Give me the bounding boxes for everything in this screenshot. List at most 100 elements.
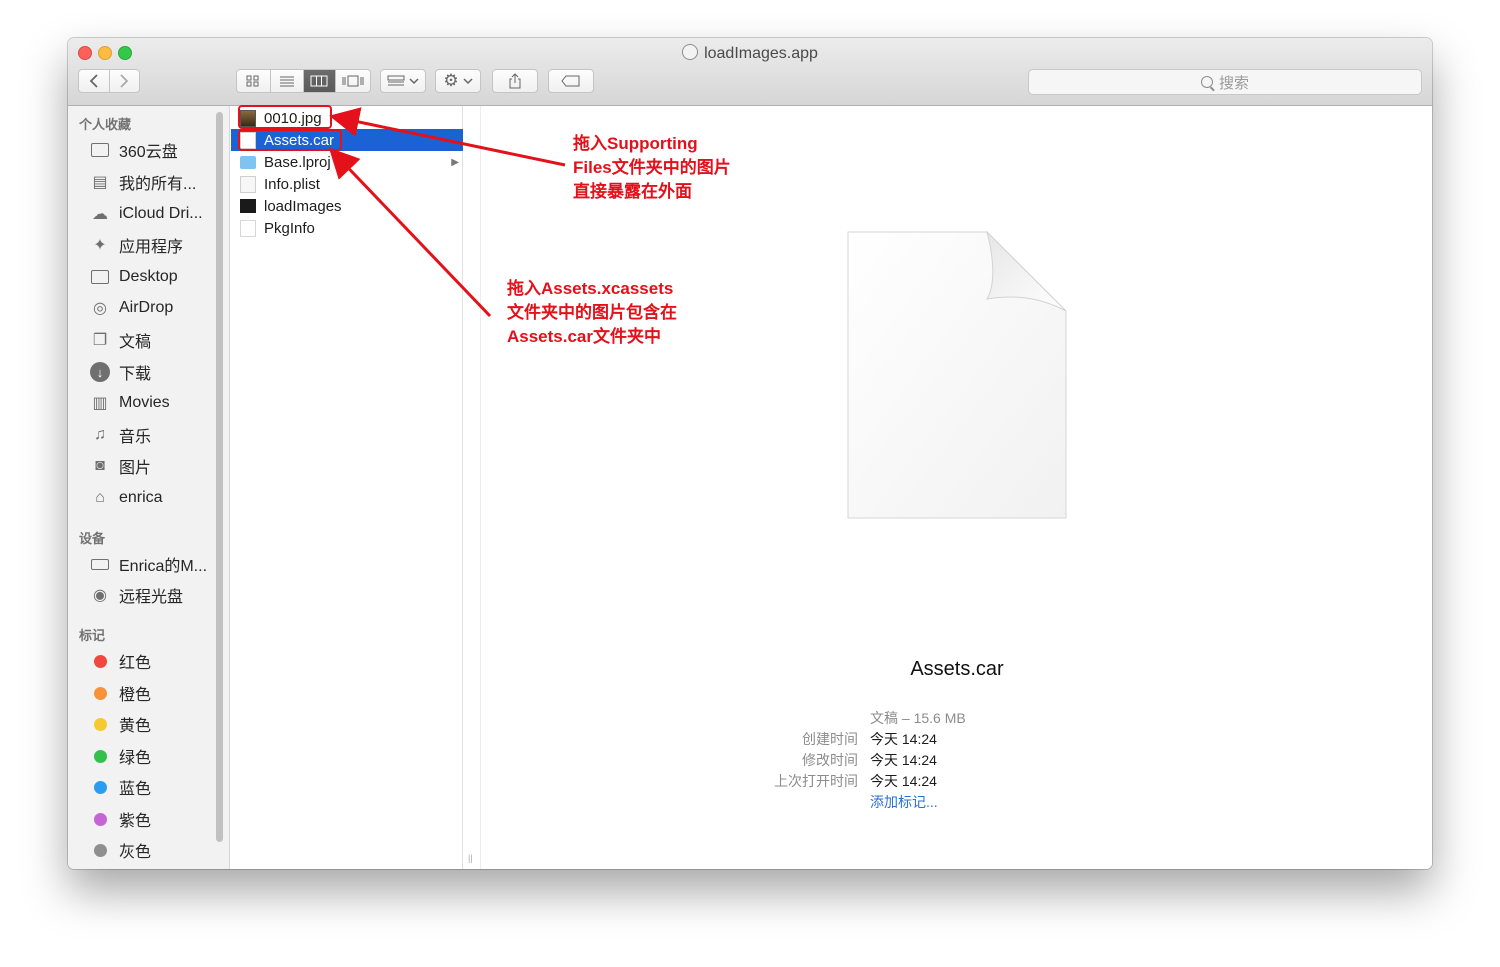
window-title: loadImages.app	[68, 44, 1432, 63]
gear-icon: ⚙	[443, 71, 459, 90]
action-button[interactable]: ⚙	[435, 69, 481, 93]
tag-button[interactable]	[548, 69, 594, 93]
sidebar-item-tag-red[interactable]: 红色	[88, 649, 151, 673]
share-button[interactable]	[492, 69, 538, 93]
sidebar-item-downloads[interactable]: ↓ 下载	[88, 360, 151, 384]
document-preview-icon	[847, 231, 1067, 519]
arrange-button[interactable]	[380, 69, 426, 93]
sidebar-item-remote-disc[interactable]: ◉ 远程光盘	[88, 583, 183, 607]
preview-last-opened-row: 上次打开时间 今天 14:24	[482, 771, 1432, 791]
tag-dot-icon	[88, 651, 112, 671]
sidebar-item-label: 绿色	[119, 750, 152, 767]
applications-icon: ✦	[93, 237, 107, 254]
sidebar-item-documents[interactable]: ❐ 文稿	[88, 328, 151, 352]
sidebar-item-label: iCloud Dri...	[119, 205, 203, 222]
column-view-button[interactable]	[303, 70, 337, 92]
preview-modified-row: 修改时间 今天 14:24	[482, 750, 1432, 770]
sidebar-item-airdrop[interactable]: ◎ AirDrop	[88, 296, 173, 320]
airdrop-icon: ◎	[93, 300, 107, 317]
finder-window: loadImages.app ⚙ 搜索 个人收藏 360云盘 ▤ 我的所有...…	[68, 38, 1432, 869]
file-name: Base.lproj	[264, 153, 331, 171]
sidebar-item-label: 黄色	[119, 718, 152, 735]
sidebar-item-label: 音乐	[119, 429, 152, 446]
sidebar-item-label: Desktop	[119, 268, 178, 285]
file-name: loadImages	[264, 197, 342, 215]
list-view-button[interactable]	[271, 70, 304, 92]
preview-kind-size: 文稿 – 15.6 MB	[870, 710, 966, 726]
meta-value: 今天 14:24	[870, 731, 937, 747]
sidebar-item-label: Enrica的M...	[119, 558, 208, 575]
list-view-icon	[279, 76, 294, 87]
sidebar-item-tag-purple[interactable]: 紫色	[88, 807, 151, 831]
back-button[interactable]	[79, 70, 110, 92]
tag-dot-icon	[88, 683, 112, 703]
file-row-base-lproj[interactable]: Base.lproj ▶	[231, 151, 463, 173]
sidebar-item-label: 我的所有...	[119, 176, 197, 193]
preview-created-row: 创建时间 今天 14:24	[482, 729, 1432, 749]
highlight-box-0010-jpg	[238, 105, 332, 129]
laptop-icon	[88, 554, 112, 574]
column-resize-area: ||	[463, 106, 481, 869]
search-placeholder: 搜索	[1218, 74, 1249, 92]
sidebar-item-macbook[interactable]: Enrica的M...	[88, 552, 207, 576]
meta-label: 修改时间	[802, 752, 858, 768]
app-icon	[682, 44, 699, 60]
column-view-icon	[310, 75, 328, 87]
sidebar-item-label: 红色	[119, 655, 152, 672]
sidebar-item-tag-yellow[interactable]: 黄色	[88, 712, 151, 736]
sidebar-item-all-files[interactable]: ▤ 我的所有...	[88, 170, 196, 194]
desktop-icon	[88, 267, 112, 287]
column-resize-handle[interactable]: ||	[468, 853, 473, 863]
icon-view-button[interactable]	[237, 70, 271, 92]
back-forward-control	[78, 69, 140, 93]
camera-icon: ◙	[95, 457, 105, 474]
meta-label: 上次打开时间	[774, 773, 858, 789]
annotation-line: Assets.car文件夹中	[507, 327, 662, 346]
sidebar-item-icloud-drive[interactable]: ☁ iCloud Dri...	[88, 202, 203, 226]
sidebar-item-label: 360云盘	[119, 144, 178, 161]
grid-view-icon	[246, 75, 259, 87]
preview-add-tags-row: 添加标记...	[482, 792, 1432, 812]
sidebar: 个人收藏 360云盘 ▤ 我的所有... ☁ iCloud Dri... ✦ 应…	[68, 106, 230, 869]
file-row-pkginfo[interactable]: PkgInfo	[231, 217, 463, 239]
sidebar-item-360-cloud[interactable]: 360云盘	[88, 138, 178, 162]
file-row-loadimages[interactable]: loadImages	[231, 195, 463, 217]
sidebar-item-tag-gray[interactable]: 灰色	[88, 838, 151, 862]
sidebar-item-desktop[interactable]: Desktop	[88, 265, 178, 289]
annotation-line: 文件夹中的图片包含在	[507, 303, 677, 322]
meta-value: 今天 14:24	[870, 773, 937, 789]
sidebar-item-tag-green[interactable]: 绿色	[88, 744, 151, 768]
sidebar-item-label: 灰色	[119, 844, 152, 861]
sidebar-item-applications[interactable]: ✦ 应用程序	[88, 233, 183, 257]
sidebar-item-movies[interactable]: ▥ Movies	[88, 391, 169, 415]
annotation-line: 拖入Supporting	[573, 134, 698, 153]
music-icon: ♫	[94, 426, 106, 443]
annotation-line: 直接暴露在外面	[573, 182, 692, 201]
search-icon	[1200, 76, 1213, 88]
cover-flow-button[interactable]	[336, 70, 370, 92]
forward-button[interactable]	[110, 70, 140, 92]
sidebar-scrollbar[interactable]	[216, 112, 223, 842]
tag-dot-icon	[88, 714, 112, 734]
sidebar-item-tag-orange[interactable]: 橙色	[88, 681, 151, 705]
meta-value: 今天 14:24	[870, 752, 937, 768]
preview-file-name: Assets.car	[910, 658, 1004, 680]
sidebar-item-music[interactable]: ♫ 音乐	[88, 423, 151, 447]
file-row-info-plist[interactable]: Info.plist	[231, 173, 463, 195]
preview-kind-size-row: 文稿 – 15.6 MB	[482, 708, 1432, 728]
sidebar-item-tag-blue[interactable]: 蓝色	[88, 775, 151, 799]
sidebar-item-label: 应用程序	[119, 239, 184, 256]
sidebar-heading-favorites: 个人收藏	[79, 117, 132, 132]
sidebar-item-label: 紫色	[119, 813, 152, 830]
preview-pane: Assets.car 文稿 – 15.6 MB 创建时间 今天 14:24 修改…	[482, 106, 1432, 869]
sidebar-item-home[interactable]: ⌂ enrica	[88, 486, 162, 510]
file-name: PkgInfo	[264, 219, 315, 237]
search-field[interactable]: 搜索	[1028, 69, 1422, 95]
title-bar: loadImages.app ⚙ 搜索	[68, 38, 1432, 106]
highlight-box-assets-car	[238, 129, 342, 151]
tag-dot-icon	[88, 777, 112, 797]
sidebar-item-label: 图片	[119, 460, 152, 477]
annotation-line: 拖入Assets.xcassets	[507, 279, 674, 298]
add-tags-link[interactable]: 添加标记...	[870, 792, 938, 812]
sidebar-item-pictures[interactable]: ◙ 图片	[88, 454, 151, 478]
